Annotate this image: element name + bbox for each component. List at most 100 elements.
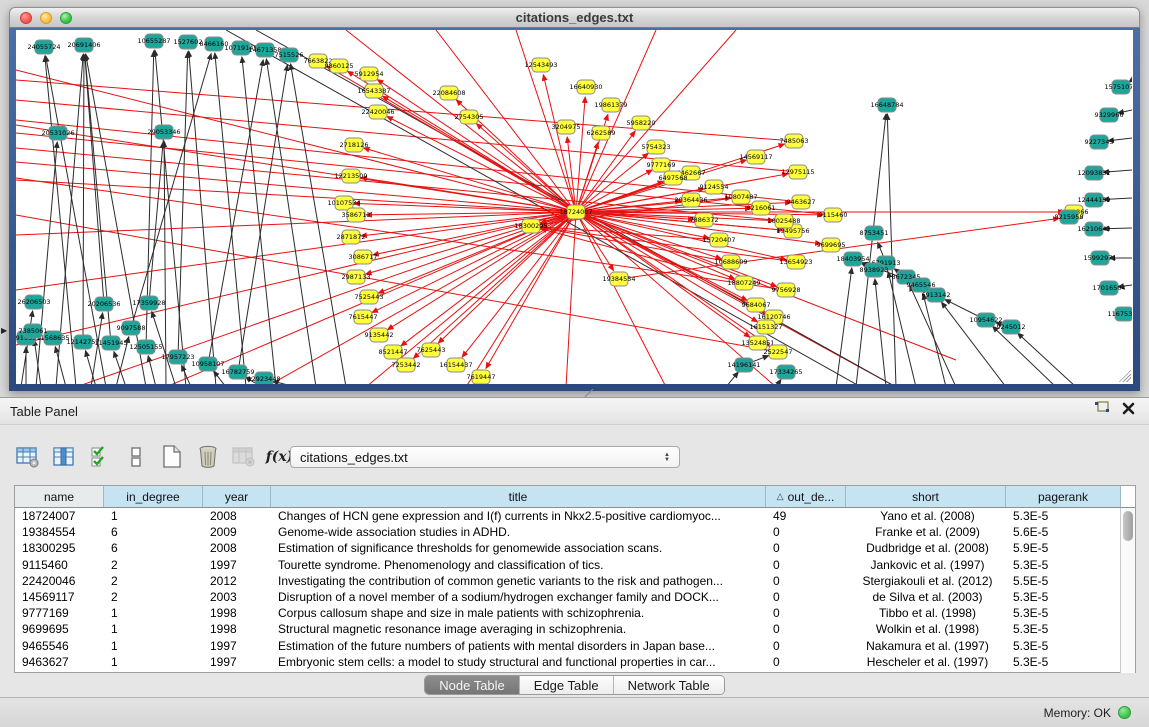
graph-node[interactable]: 8216061 — [747, 201, 776, 215]
table-row[interactable]: 977716911998Corpus callosum shape and si… — [15, 605, 1135, 621]
close-panel-icon[interactable] — [1122, 402, 1135, 420]
graph-node[interactable]: 8753451 — [860, 226, 889, 240]
graph-node[interactable]: 9227343 — [1085, 135, 1114, 149]
column-header-year[interactable]: year — [203, 486, 271, 507]
graph-node[interactable]: 3086717 — [349, 250, 378, 264]
graph-node[interactable]: 9135442 — [365, 328, 394, 342]
delete-column-icon[interactable] — [194, 444, 221, 470]
collapsed-panel-arrow-icon[interactable]: ▶ — [1, 326, 7, 335]
graph-node[interactable]: 15720407 — [702, 233, 735, 247]
table-row[interactable]: 2242004622012Investigating the contribut… — [15, 573, 1135, 589]
graph-node[interactable]: 7615447 — [349, 310, 378, 324]
column-header-title[interactable]: title — [271, 486, 766, 507]
vertical-scrollbar[interactable] — [1120, 508, 1135, 673]
graph-node[interactable]: 2987133 — [342, 270, 371, 284]
graph-node[interactable]: 15992971 — [1083, 251, 1116, 265]
tab-node-table[interactable]: Node Table — [425, 676, 520, 694]
citation-network-graph[interactable]: 2405572420691406106552871527602846616010… — [16, 30, 1132, 384]
graph-node[interactable]: 16543387 — [357, 84, 390, 98]
table-row[interactable]: 946362711997Embryonic stem cells: a mode… — [15, 654, 1135, 670]
column-header-out_de[interactable]: △out_de... — [766, 486, 846, 507]
graph-node[interactable]: 16151327 — [749, 320, 782, 334]
graph-node[interactable]: 1527602 — [174, 35, 203, 49]
graph-node[interactable]: 17359928 — [132, 296, 165, 310]
graph-node[interactable]: 2718126 — [340, 138, 369, 152]
graph-node[interactable]: 10655287 — [137, 34, 170, 48]
graph-node[interactable]: 12444159 — [1077, 193, 1110, 207]
graph-node[interactable]: 22420046 — [361, 105, 394, 119]
table-row[interactable]: 911546021997Tourette syndrome. Phenomeno… — [15, 557, 1135, 573]
graph-node[interactable]: 19384554 — [602, 272, 635, 286]
graph-node[interactable]: 2522547 — [764, 345, 793, 359]
graph-node[interactable]: 9097588 — [117, 321, 146, 335]
graph-node[interactable]: 8521447 — [379, 345, 408, 359]
graph-node[interactable]: 8215958 — [1055, 210, 1084, 224]
new-table-icon[interactable] — [158, 444, 185, 470]
graph-node[interactable]: 16640930 — [569, 80, 602, 94]
graph-node[interactable]: 7253442 — [392, 358, 421, 372]
table-row[interactable]: 969969511998Structural magnetic resonanc… — [15, 621, 1135, 637]
tab-network-table[interactable]: Network Table — [614, 676, 724, 694]
zoom-window-icon[interactable] — [60, 12, 72, 24]
graph-node[interactable]: 20364436 — [674, 193, 707, 207]
graph-node[interactable]: 7485063 — [780, 134, 809, 148]
column-header-short[interactable]: short — [846, 486, 1006, 507]
splitpane-grip-icon[interactable] — [584, 389, 594, 397]
table-row[interactable]: 1830029562008Estimation of significance … — [15, 540, 1135, 556]
graph-node[interactable]: 16648784 — [870, 98, 903, 112]
graph-node[interactable]: 20206536 — [87, 297, 120, 311]
graph-node[interactable]: 22084608 — [432, 86, 465, 100]
graph-node[interactable]: 14569117 — [739, 150, 772, 164]
graph-node[interactable]: 10688609 — [714, 255, 747, 269]
window-titlebar[interactable]: citations_edges.txt — [9, 7, 1140, 28]
graph-node[interactable]: 14196141 — [727, 358, 760, 372]
graph-node[interactable]: 11675333 — [1107, 307, 1132, 321]
table-row[interactable]: 1456911722003Disruption of a novel membe… — [15, 589, 1135, 605]
graph-node[interactable]: 26206503 — [17, 295, 50, 309]
memory-ok-icon[interactable] — [1118, 706, 1131, 719]
graph-node[interactable]: 12505155 — [129, 340, 162, 354]
graph-node[interactable]: 5754323 — [642, 140, 671, 154]
graph-node[interactable]: 17016504 — [1092, 281, 1125, 295]
resize-grip-icon[interactable] — [1119, 370, 1131, 382]
edit-column-icon[interactable] — [50, 444, 77, 470]
graph-node[interactable]: 20691406 — [67, 38, 100, 52]
graph-node[interactable]: 9245012 — [997, 320, 1026, 334]
table-row[interactable]: 946554611997Estimation of the future num… — [15, 638, 1135, 654]
graph-node[interactable]: 9699695 — [817, 238, 846, 252]
function-builder-icon[interactable]: f(x) — [266, 444, 293, 470]
graph-node[interactable]: 7625443 — [417, 343, 446, 357]
graph-node[interactable]: 7619447 — [467, 370, 496, 384]
select-all-icon[interactable] — [86, 444, 113, 470]
graph-node[interactable]: 3586713 — [342, 208, 371, 222]
graph-node[interactable]: 12975115 — [781, 165, 814, 179]
graph-node[interactable]: 12093832 — [1077, 166, 1110, 180]
graph-node[interactable]: 6262589 — [587, 126, 616, 140]
scrollbar-thumb[interactable] — [1123, 511, 1133, 541]
close-window-icon[interactable] — [20, 12, 32, 24]
graph-node[interactable]: 18807249 — [727, 276, 760, 290]
graph-node[interactable]: 17334265 — [769, 365, 802, 379]
minimize-window-icon[interactable] — [40, 12, 52, 24]
graph-node[interactable]: 13654923 — [779, 255, 812, 269]
table-selector-dropdown[interactable]: citations_edges.txt ▲▼ — [290, 446, 680, 468]
graph-node[interactable]: 17957223 — [161, 350, 194, 364]
graph-node[interactable]: 16210643 — [1077, 222, 1110, 236]
graph-node[interactable]: 10958107 — [191, 357, 224, 371]
create-table-column-icon[interactable] — [14, 444, 41, 470]
graph-node[interactable]: 15751074 — [1104, 80, 1132, 94]
column-header-pagerank[interactable]: pagerank — [1006, 486, 1121, 507]
graph-node[interactable]: 24055724 — [27, 40, 60, 54]
graph-node[interactable]: 19861379 — [594, 98, 627, 112]
graph-node[interactable]: 8938923 — [860, 263, 889, 277]
column-header-in_degree[interactable]: in_degree — [104, 486, 203, 507]
graph-node[interactable]: 5912954 — [355, 67, 384, 81]
graph-node[interactable]: 9777169 — [647, 158, 676, 172]
graph-node[interactable]: 9329966 — [1095, 108, 1124, 122]
graph-node[interactable]: 7525443 — [355, 290, 384, 304]
graph-node[interactable]: 9756928 — [772, 283, 801, 297]
deselect-all-icon[interactable] — [122, 444, 149, 470]
graph-node[interactable]: 7886372 — [690, 213, 719, 227]
tab-edge-table[interactable]: Edge Table — [520, 676, 614, 694]
delete-table-icon[interactable] — [230, 444, 257, 470]
